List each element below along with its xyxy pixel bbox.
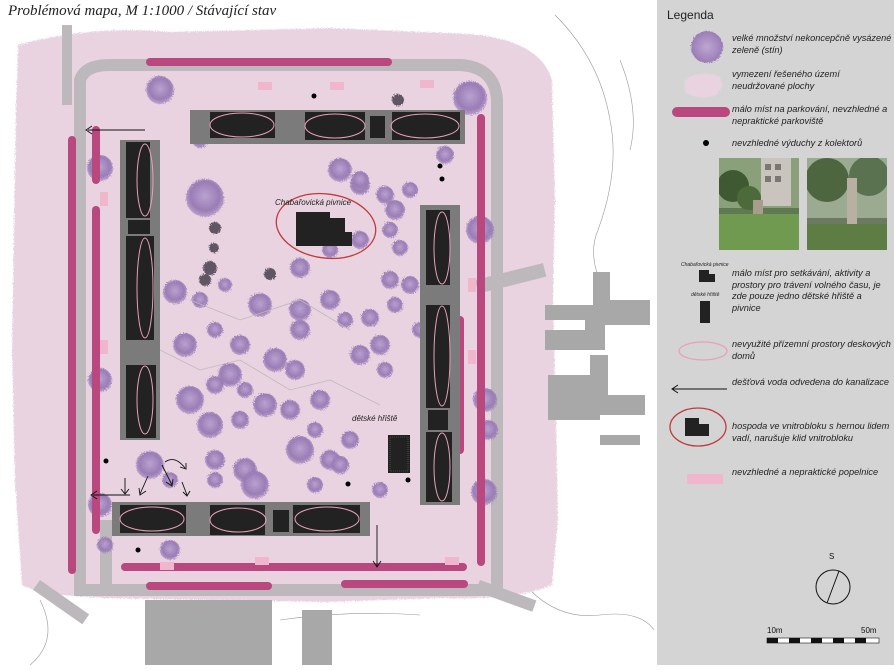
tree bbox=[350, 345, 370, 365]
tree bbox=[377, 362, 393, 378]
rain-legend-icon bbox=[671, 384, 727, 394]
tree bbox=[280, 400, 300, 420]
pub-label: Chabařovická pivnice bbox=[275, 198, 352, 207]
problem-map: Chabařovická pivnice dětské hřiště bbox=[0, 0, 655, 666]
bins-legend-icon bbox=[687, 474, 723, 484]
legend-ground-text: nevyužité přízemní prostory deskových do… bbox=[732, 339, 891, 361]
tree bbox=[331, 456, 349, 474]
tree bbox=[286, 436, 314, 464]
area-legend-icon bbox=[684, 73, 723, 98]
tree bbox=[370, 335, 390, 355]
legend-rain-text: dešťová voda odvedena do kanalizace bbox=[732, 377, 890, 387]
tree bbox=[290, 320, 310, 340]
playground-label: dětské hřiště bbox=[352, 414, 398, 423]
ground-legend-icon bbox=[678, 341, 728, 361]
tree bbox=[381, 271, 399, 289]
tree bbox=[337, 312, 353, 328]
tree bbox=[206, 376, 224, 394]
tree bbox=[230, 335, 250, 355]
legend-greenery-text: velké množství nekoncepčně vysázené zele… bbox=[732, 33, 892, 55]
tree bbox=[136, 451, 164, 479]
tree bbox=[351, 171, 369, 189]
playground-legend-icon bbox=[700, 301, 710, 323]
tree bbox=[253, 393, 277, 417]
greenery-legend-icon bbox=[691, 31, 723, 63]
parking-legend-icon bbox=[672, 107, 730, 117]
tree bbox=[263, 348, 287, 372]
scale-end-label: 50m bbox=[861, 626, 877, 635]
tree bbox=[382, 222, 398, 238]
vent-legend-icon bbox=[703, 140, 709, 146]
north-arrow-icon bbox=[815, 569, 851, 605]
pub-area-legend-icon bbox=[669, 407, 727, 447]
map-title: Problémová mapa, M 1:1000 / Stávající st… bbox=[8, 3, 277, 19]
tree bbox=[176, 386, 204, 414]
tree bbox=[218, 278, 232, 292]
tree bbox=[186, 179, 224, 217]
tree bbox=[207, 322, 223, 338]
tree bbox=[231, 411, 249, 429]
legend-playground-mini-label: dětské hřiště bbox=[691, 292, 720, 298]
legend-vents-text: nevzhledné výduchy z kolektorů bbox=[732, 138, 863, 148]
tree bbox=[163, 280, 187, 304]
tree bbox=[197, 412, 223, 438]
tree bbox=[290, 258, 310, 278]
tree bbox=[146, 76, 174, 104]
legend-area-text: vymezení řešeného území neudržované ploc… bbox=[732, 69, 840, 91]
legend-panel: Legenda velké množství nekoncepčně vysáz… bbox=[657, 0, 894, 665]
tree bbox=[160, 540, 180, 560]
tree bbox=[192, 292, 208, 308]
tree bbox=[328, 158, 352, 182]
tree bbox=[237, 382, 253, 398]
tree bbox=[307, 477, 323, 493]
legend-bins-text: nevzhledné a nepraktické popelnice bbox=[732, 467, 879, 477]
vent-photo-2 bbox=[807, 158, 887, 250]
legend-parking-text: málo míst na parkování, nevzhledné a nep… bbox=[732, 104, 888, 126]
tree bbox=[241, 471, 269, 499]
tree bbox=[310, 390, 330, 410]
tree bbox=[372, 482, 388, 498]
pub-legend-icon bbox=[699, 270, 715, 282]
vent-photo-1 bbox=[719, 158, 799, 250]
tree bbox=[97, 537, 113, 553]
legend-meeting-text: málo míst pro setkávání, aktivity a pros… bbox=[732, 268, 881, 313]
tree bbox=[285, 360, 305, 380]
tree bbox=[207, 472, 223, 488]
tree bbox=[387, 297, 403, 313]
tree bbox=[392, 240, 408, 256]
north-label: S bbox=[829, 552, 835, 561]
legend-title: Legenda bbox=[667, 8, 714, 22]
tree bbox=[351, 231, 369, 249]
tree bbox=[320, 290, 340, 310]
scale-bar bbox=[766, 637, 880, 644]
tree bbox=[402, 182, 418, 198]
tree bbox=[307, 422, 323, 438]
tree bbox=[385, 200, 405, 220]
tree bbox=[453, 81, 487, 115]
map-canvas: Chabařovická pivnice dětské hřiště bbox=[12, 14, 655, 666]
legend-pubitem-text: hospoda ve vnitrobloku s hernou lidem va… bbox=[732, 421, 890, 443]
tree bbox=[361, 309, 379, 327]
tree bbox=[401, 276, 419, 294]
scale-start-label: 10m bbox=[767, 626, 783, 635]
tree bbox=[173, 333, 197, 357]
tree bbox=[436, 146, 454, 164]
tree bbox=[205, 450, 225, 470]
tree bbox=[341, 431, 359, 449]
